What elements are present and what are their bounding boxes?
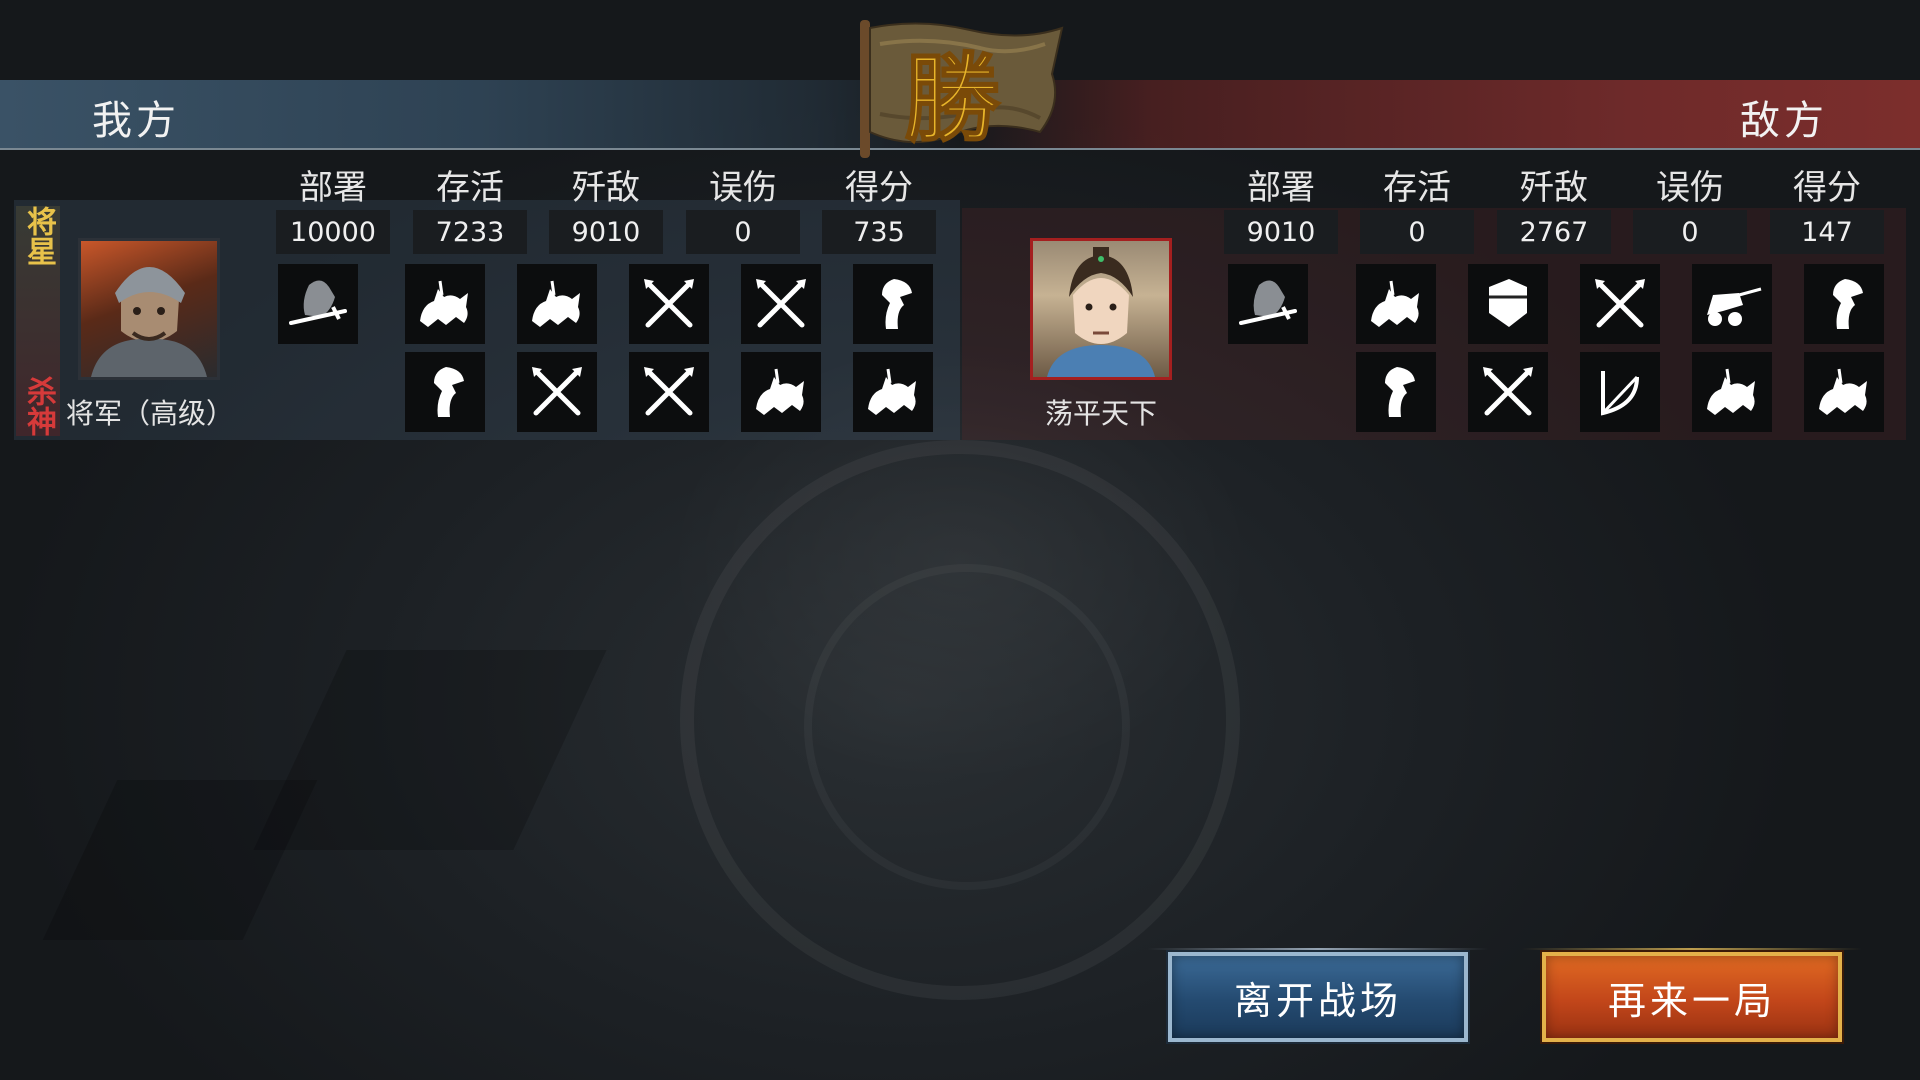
unit-slot[interactable]	[1356, 352, 1436, 432]
stat-value: 147	[1770, 210, 1884, 254]
column-header: 部署	[1247, 168, 1315, 208]
cavalry-icon	[412, 271, 478, 337]
badge-star-title: 将星	[21, 206, 56, 266]
stat-value: 0	[1633, 210, 1747, 254]
cavalry-icon	[748, 359, 814, 425]
column-header: 部署	[299, 168, 367, 208]
button-trim	[1522, 948, 1862, 950]
achievement-badge: 将星 杀神	[16, 206, 60, 436]
column-header: 存活	[436, 168, 504, 208]
general-sword-icon	[1235, 271, 1301, 337]
player-avatar	[78, 238, 220, 380]
player-rank-label: 将军（高级）	[66, 397, 235, 430]
unit-slot[interactable]	[405, 352, 485, 432]
unit-slot[interactable]	[1804, 264, 1884, 344]
crossed-spears-icon	[636, 359, 702, 425]
enemy-name-label: 荡平天下	[1044, 397, 1157, 430]
victory-flag: 勝	[840, 14, 1070, 159]
stat-value: 0	[1360, 210, 1474, 254]
ally-side-title: 我方	[92, 98, 180, 144]
unit-slot[interactable]	[853, 352, 933, 432]
stat-value: 9010	[1224, 210, 1338, 254]
button-trim	[1148, 948, 1488, 950]
column-header: 误伤	[709, 168, 777, 208]
bow-icon	[1587, 359, 1653, 425]
general-sword-icon	[285, 271, 351, 337]
siege-cart-icon	[1699, 271, 1765, 337]
unit-slot[interactable]	[1356, 264, 1436, 344]
stat-value: 0	[686, 210, 800, 254]
unit-slot[interactable]	[1692, 264, 1772, 344]
badge-kill-title: 杀神	[21, 376, 56, 436]
column-header: 得分	[1793, 168, 1861, 208]
unit-slot[interactable]	[405, 264, 485, 344]
enemy-avatar	[1030, 238, 1172, 380]
background-dragon-emblem	[680, 440, 1240, 1000]
unit-slot[interactable]	[1468, 352, 1548, 432]
axe-infantry-icon	[1363, 359, 1429, 425]
play-again-button[interactable]: 再来一局	[1542, 952, 1842, 1042]
background-terrain	[42, 780, 318, 940]
crossed-spears-icon	[636, 271, 702, 337]
cavalry-icon	[1363, 271, 1429, 337]
stat-value: 735	[822, 210, 936, 254]
background-terrain	[253, 650, 607, 850]
unit-slot[interactable]	[517, 352, 597, 432]
unit-slot[interactable]	[629, 264, 709, 344]
cavalry-icon	[1699, 359, 1765, 425]
enemy-side-title: 敌方	[1740, 98, 1828, 144]
unit-slot[interactable]	[1692, 352, 1772, 432]
unit-slot[interactable]	[517, 264, 597, 344]
axe-infantry-icon	[860, 271, 926, 337]
cavalry-icon	[524, 271, 590, 337]
crossed-spears-icon	[1587, 271, 1653, 337]
crossed-spears-icon	[748, 271, 814, 337]
cavalry-icon	[1811, 359, 1877, 425]
unit-slot[interactable]	[1580, 264, 1660, 344]
stat-value: 2767	[1497, 210, 1611, 254]
unit-slot[interactable]	[629, 352, 709, 432]
crossed-spears-icon	[524, 359, 590, 425]
victory-character: 勝	[904, 42, 1001, 155]
column-header: 误伤	[1656, 168, 1724, 208]
unit-slot[interactable]	[278, 264, 358, 344]
unit-slot[interactable]	[1468, 264, 1548, 344]
stat-value: 10000	[276, 210, 390, 254]
column-header: 得分	[845, 168, 913, 208]
axe-infantry-icon	[1811, 271, 1877, 337]
crossed-spears-icon	[1475, 359, 1541, 425]
axe-infantry-icon	[412, 359, 478, 425]
column-header: 歼敌	[1520, 168, 1588, 208]
shield-icon	[1475, 271, 1541, 337]
unit-slot[interactable]	[741, 352, 821, 432]
leave-battlefield-button[interactable]: 离开战场	[1168, 952, 1468, 1042]
stat-value: 7233	[413, 210, 527, 254]
unit-slot[interactable]	[1804, 352, 1884, 432]
unit-slot[interactable]	[1228, 264, 1308, 344]
unit-slot[interactable]	[853, 264, 933, 344]
column-header: 歼敌	[572, 168, 640, 208]
column-header: 存活	[1383, 168, 1451, 208]
cavalry-icon	[860, 359, 926, 425]
unit-slot[interactable]	[1580, 352, 1660, 432]
stat-value: 9010	[549, 210, 663, 254]
unit-slot[interactable]	[741, 264, 821, 344]
